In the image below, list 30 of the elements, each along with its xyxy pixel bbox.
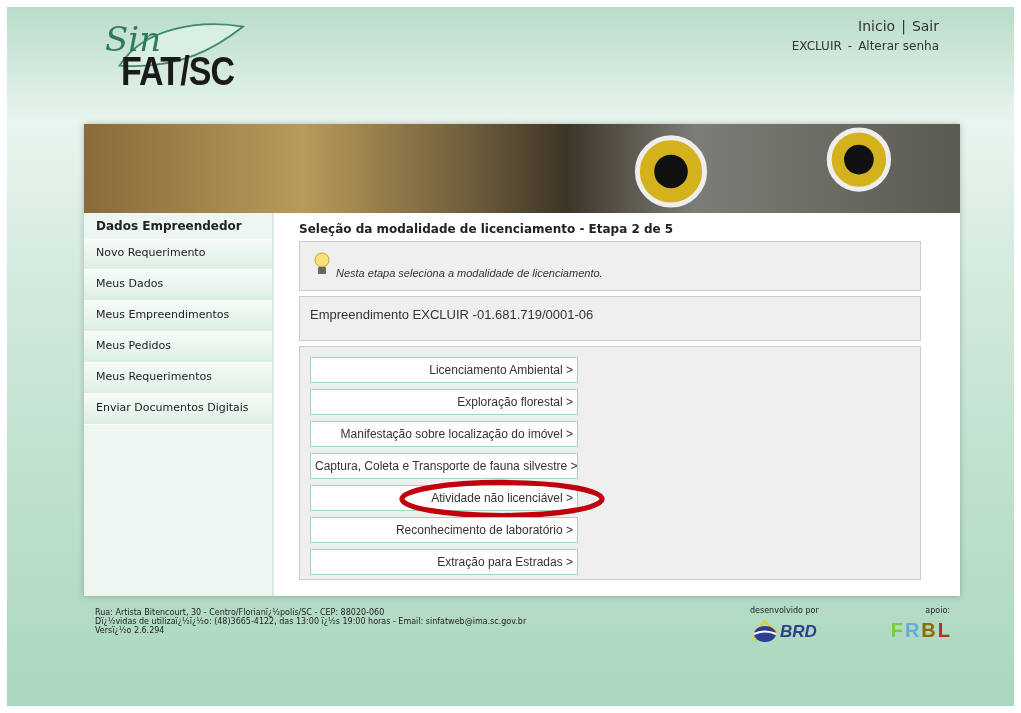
footer-label: apoio: bbox=[925, 606, 950, 615]
footer-text: Dï¿½vidas de utilizaï¿½ï¿½o: (48)3665-4122, das 13:00 ï¿½s 19:00 horas - Email: sinfatweb@ima.sc.gov.br bbox=[95, 617, 528, 626]
separator: | bbox=[901, 18, 906, 34]
enterprise-text: Empreendimento EXCLUIR -01.681.719/0001-06 bbox=[310, 307, 594, 322]
footer-text: Rua: Artista Bitencourt, 30 - Centro/Florianï¿½polis/SC - CEP: 88020-060 bbox=[95, 608, 385, 617]
option-button[interactable]: Extração para Estradas > bbox=[310, 549, 578, 575]
supporter-logo: FRBL bbox=[890, 619, 950, 642]
nav-link[interactable]: Inicio bbox=[858, 18, 896, 34]
sidebar-title: Dados Empreendedor bbox=[95, 218, 243, 235]
sidebar-item[interactable]: Meus Empreendimentos bbox=[84, 301, 272, 332]
sidebar-item[interactable]: Novo Requerimento bbox=[84, 239, 272, 270]
sidebar-item[interactable]: Meus Requerimentos bbox=[84, 363, 272, 394]
option-button[interactable]: Atividade não licenciável > bbox=[310, 485, 578, 511]
user-name: EXCLUIR bbox=[791, 39, 842, 53]
option-button[interactable]: Exploração florestal > bbox=[310, 389, 578, 415]
separator: - bbox=[847, 39, 853, 53]
developer-logo: BRD bbox=[750, 619, 817, 645]
footer-label: desenvolvido por bbox=[750, 606, 819, 615]
sidebar-item[interactable]: Enviar Documentos Digitais bbox=[84, 394, 272, 425]
hint-text: Nesta etapa seleciona a modalidade de licenciamento. bbox=[336, 267, 603, 279]
footer-text: Versï¿½o 2.6.294 bbox=[95, 626, 165, 635]
option-button[interactable]: Licenciamento Ambiental > bbox=[310, 357, 578, 383]
change-password-link[interactable]: Alterar senha bbox=[858, 39, 939, 53]
page-title: Seleção da modalidade de licenciamento - Etapa 2 de 5 bbox=[299, 222, 675, 236]
sidebar-item[interactable]: Meus Pedidos bbox=[84, 332, 272, 363]
nav-link[interactable]: Sair bbox=[911, 18, 939, 34]
option-button[interactable]: Manifestação sobre localização do imóvel > bbox=[310, 421, 578, 447]
sidebar-item[interactable]: Meus Dados bbox=[84, 270, 272, 301]
option-button[interactable]: Reconhecimento de laboratório > bbox=[310, 517, 578, 543]
option-button[interactable]: Captura, Coleta e Transporte de fauna silvestre > bbox=[310, 453, 578, 479]
